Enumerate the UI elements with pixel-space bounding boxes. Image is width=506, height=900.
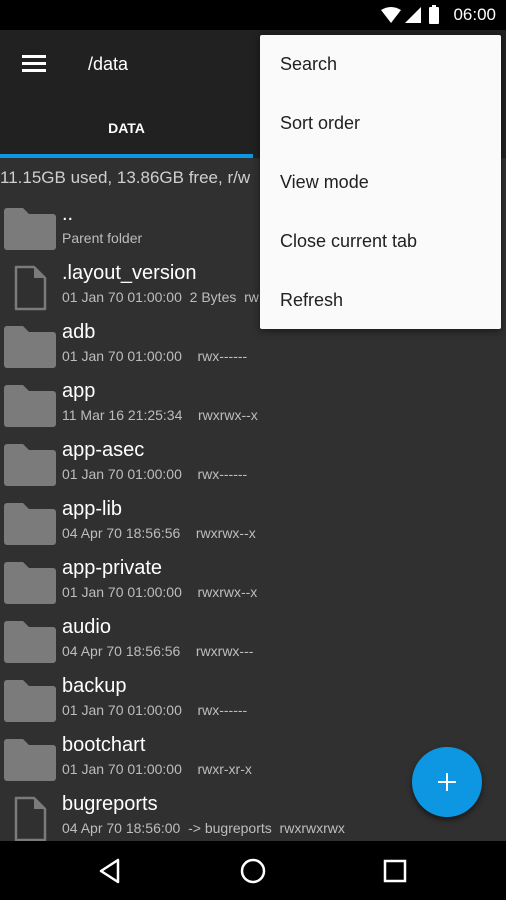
file-name: adb (62, 321, 96, 343)
folder-icon (4, 560, 56, 604)
tab-data[interactable]: DATA (0, 96, 253, 158)
file-name: app-private (62, 557, 163, 579)
path-title: /data (88, 54, 129, 74)
file-list-item[interactable]: app 11 Mar 16 21:25:34 rwxrwx--x (0, 377, 506, 436)
file-name: bootchart (62, 734, 146, 756)
clock: 06:00 (453, 5, 496, 24)
folder-icon (4, 678, 56, 722)
file-list-item[interactable]: backup 01 Jan 70 01:00:00 rwx------ (0, 672, 506, 731)
file-meta: 04 Apr 70 18:56:00 -> bugreports rwxrwxr… (62, 820, 345, 836)
add-fab-button[interactable] (412, 747, 482, 817)
file-list-item[interactable]: app-private 01 Jan 70 01:00:00 rwxrwx--x (0, 554, 506, 613)
battery-icon (429, 5, 439, 24)
file-name: app-asec (62, 439, 145, 461)
wifi-icon (381, 7, 401, 23)
file-meta: 11 Mar 16 21:25:34 rwxrwx--x (62, 407, 258, 423)
file-icon (4, 796, 56, 842)
folder-icon (4, 737, 56, 781)
status-bar: 06:00 (0, 0, 506, 30)
recents-icon[interactable] (379, 855, 411, 887)
file-meta: 04 Apr 70 18:56:56 rwxrwx--x (62, 525, 256, 541)
menu-item-view-mode[interactable]: View mode (260, 153, 501, 212)
folder-icon (4, 501, 56, 545)
file-meta: 01 Jan 70 01:00:00 rwx------ (62, 702, 248, 718)
file-meta: 01 Jan 70 01:00:00 2 Bytes rw (62, 289, 259, 305)
folder-icon (4, 619, 56, 663)
signal-icon (405, 7, 421, 23)
file-meta: 01 Jan 70 01:00:00 rwx------ (62, 466, 248, 482)
file-meta: 01 Jan 70 01:00:00 rwxrwx--x (62, 584, 258, 600)
back-icon[interactable] (96, 855, 128, 887)
file-list-item[interactable]: app-asec 01 Jan 70 01:00:00 rwx------ (0, 436, 506, 495)
navigation-bar (0, 841, 506, 900)
folder-icon (4, 383, 56, 427)
storage-info: 11.15GB used, 13.86GB free, r/w (0, 168, 251, 187)
file-name: backup (62, 675, 127, 697)
file-name: app (62, 380, 96, 402)
overflow-menu: Search Sort order View mode Close curren… (260, 35, 501, 329)
file-name: bugreports (62, 793, 158, 815)
file-icon (4, 265, 56, 311)
menu-item-sort-order[interactable]: Sort order (260, 94, 501, 153)
folder-icon (4, 206, 56, 250)
folder-icon (4, 324, 56, 368)
file-name: app-lib (62, 498, 123, 520)
file-name: .. (62, 203, 74, 225)
menu-item-close-current-tab[interactable]: Close current tab (260, 212, 501, 271)
file-name: .layout_version (62, 262, 197, 284)
tab-indicator (0, 154, 253, 158)
file-name: audio (62, 616, 111, 638)
file-meta: 01 Jan 70 01:00:00 rwxr-xr-x (62, 761, 252, 777)
menu-item-search[interactable]: Search (260, 35, 501, 94)
file-meta: 04 Apr 70 18:56:56 rwxrwx--- (62, 643, 254, 659)
file-list-item[interactable]: app-lib 04 Apr 70 18:56:56 rwxrwx--x (0, 495, 506, 554)
home-icon[interactable] (237, 855, 269, 887)
file-list-item[interactable]: audio 04 Apr 70 18:56:56 rwxrwx--- (0, 613, 506, 672)
file-meta: 01 Jan 70 01:00:00 rwx------ (62, 348, 248, 364)
hamburger-menu-icon[interactable] (14, 50, 54, 80)
menu-item-refresh[interactable]: Refresh (260, 271, 501, 330)
file-meta: Parent folder (62, 230, 143, 246)
folder-icon (4, 442, 56, 486)
